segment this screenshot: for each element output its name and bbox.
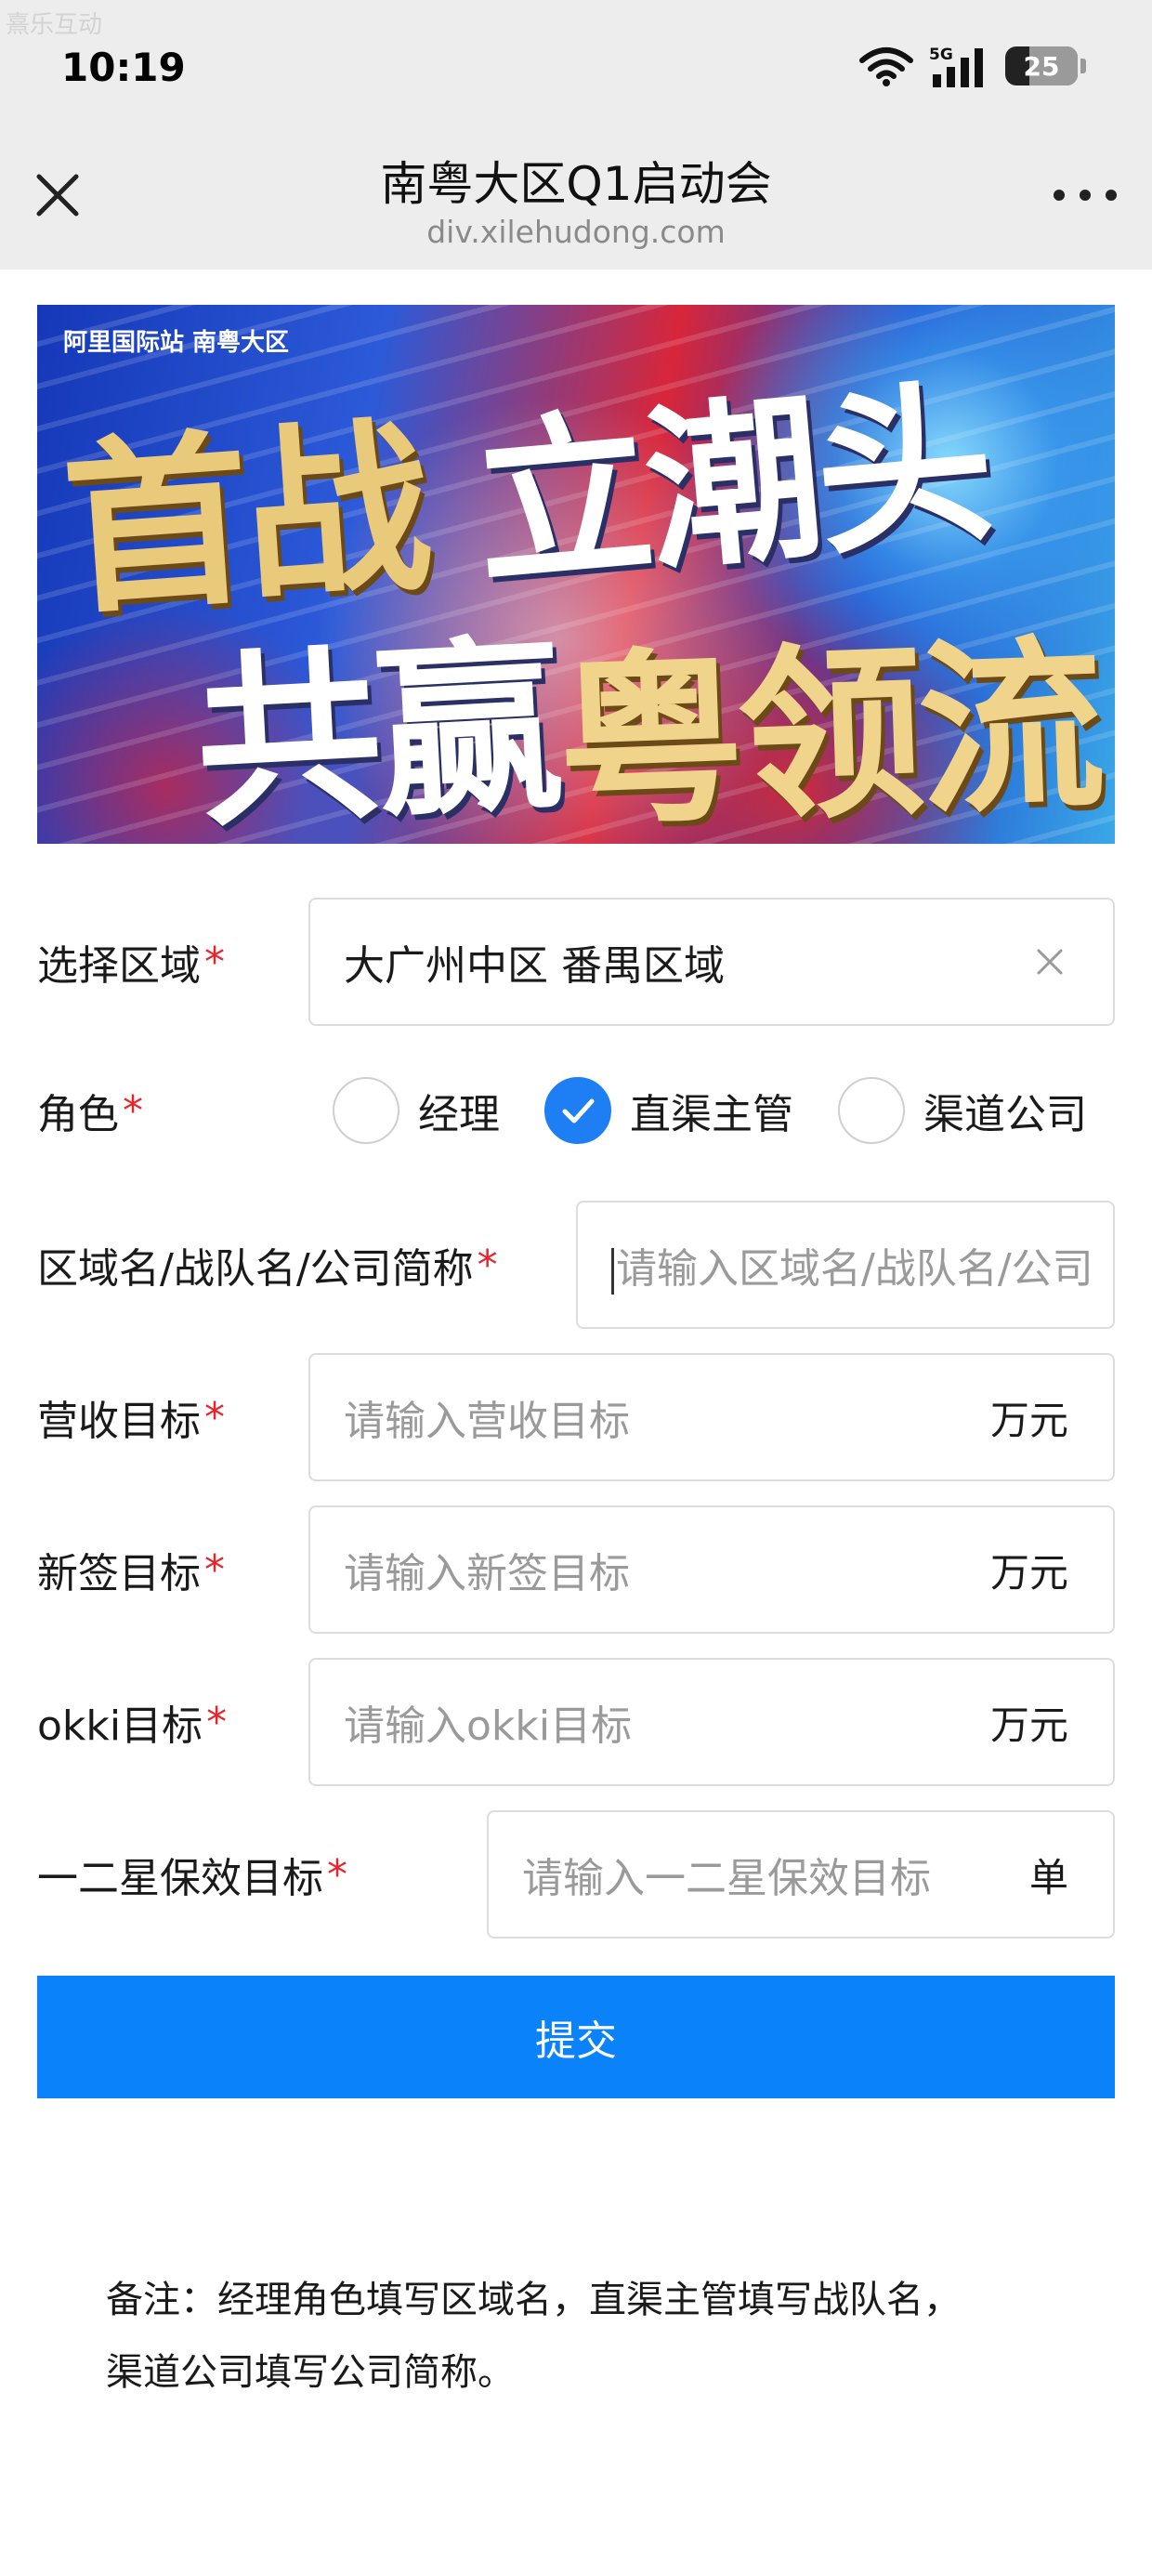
okki-label: okki目标 * <box>37 1698 228 1751</box>
revenue-placeholder: 请输入营收目标 <box>344 1398 630 1445</box>
status-time: 10:19 <box>61 45 186 90</box>
banner-slogan-2b: 粤领流 <box>554 615 1103 844</box>
region-label: 选择区域 * <box>37 938 225 991</box>
banner-logo: 阿里国际站 南粤大区 <box>63 329 290 357</box>
check-icon <box>544 1077 611 1144</box>
form-row-revenue: 营收目标 * 请输入营收目标 万元 <box>37 1353 1115 1481</box>
more-icon[interactable] <box>1048 173 1122 217</box>
radio-unchecked-icon <box>838 1077 905 1144</box>
event-banner: 阿里国际站 南粤大区 首战 立潮头 共赢 粤领流 <box>37 305 1115 844</box>
status-icons: 5G 25 <box>858 43 1086 89</box>
clear-icon[interactable] <box>1031 943 1068 980</box>
okki-input[interactable]: 请输入okki目标 万元 <box>308 1658 1115 1786</box>
role-option-channel-company[interactable]: 渠道公司 <box>838 1077 1087 1144</box>
page-domain: div.xilehudong.com <box>426 214 726 250</box>
form-row-okki: okki目标 * 请输入okki目标 万元 <box>37 1658 1115 1786</box>
note-line-2: 渠道公司填写公司简称。 <box>106 2351 515 2394</box>
star-placeholder: 请输入一二星保效目标 <box>522 1855 931 1902</box>
star-unit: 单 <box>1028 1854 1068 1900</box>
region-select[interactable]: 大广州中区 番禺区域 <box>308 898 1115 1026</box>
note-line-1: 备注：经理角色填写区域名，直渠主管填写战队名， <box>106 2279 961 2321</box>
form-row-star: 一二星保效目标 * 请输入一二星保效目标 单 <box>37 1810 1115 1939</box>
new-sign-unit: 万元 <box>989 1549 1068 1596</box>
text-caret <box>611 1248 614 1295</box>
okki-unit: 万元 <box>989 1702 1068 1748</box>
name-label: 区域名/战队名/公司简称 * <box>37 1241 498 1294</box>
submit-button[interactable]: 提交 <box>37 1976 1115 2098</box>
banner-slogan-2a: 共赢 <box>190 615 562 844</box>
battery-level: 25 <box>1023 50 1060 82</box>
battery-icon: 25 <box>1005 46 1086 85</box>
region-value: 大广州中区 番禺区域 <box>344 942 725 990</box>
revenue-label: 营收目标 * <box>37 1393 225 1446</box>
role-radio-group: 经理 直渠主管 渠道公司 <box>333 1046 1087 1175</box>
form-row-region: 选择区域 * 大广州中区 番禺区域 <box>37 898 1115 1026</box>
revenue-unit: 万元 <box>989 1397 1068 1443</box>
page-title: 南粤大区Q1启动会 <box>380 157 772 211</box>
form-row-role: 角色 * 经理 直渠主管 渠道公司 <box>37 1046 1115 1175</box>
new-sign-input[interactable]: 请输入新签目标 万元 <box>308 1505 1115 1634</box>
form-row-new-sign: 新签目标 * 请输入新签目标 万元 <box>37 1505 1115 1634</box>
role-label: 角色 * <box>37 1086 143 1139</box>
watermark: 熹乐互动 <box>6 11 103 39</box>
signal-icon: 5G <box>929 45 990 87</box>
name-placeholder: 请输入区域名/战队名/公司 <box>616 1245 1093 1293</box>
new-sign-label: 新签目标 * <box>37 1545 225 1598</box>
okki-placeholder: 请输入okki目标 <box>344 1702 633 1750</box>
radio-unchecked-icon <box>333 1077 399 1144</box>
role-option-direct-channel[interactable]: 直渠主管 <box>544 1077 793 1144</box>
star-label: 一二星保效目标 * <box>37 1850 347 1903</box>
network-label: 5G <box>929 46 953 64</box>
note-text: 备注：经理角色填写区域名，直渠主管填写战队名， 渠道公司填写公司简称。 <box>106 2264 1072 2409</box>
new-sign-placeholder: 请输入新签目标 <box>344 1550 630 1597</box>
role-option-manager[interactable]: 经理 <box>333 1077 500 1144</box>
titlebar: 熹乐互动 10:19 5G 25 南粤大区Q1启动会 div.xilehudon… <box>0 0 1152 269</box>
star-input[interactable]: 请输入一二星保效目标 单 <box>487 1810 1115 1939</box>
name-input[interactable]: 请输入区域名/战队名/公司 <box>576 1201 1115 1329</box>
revenue-input[interactable]: 请输入营收目标 万元 <box>308 1353 1115 1481</box>
wifi-icon <box>858 46 914 86</box>
form-row-name: 区域名/战队名/公司简称 * 请输入区域名/战队名/公司 <box>37 1201 1115 1329</box>
